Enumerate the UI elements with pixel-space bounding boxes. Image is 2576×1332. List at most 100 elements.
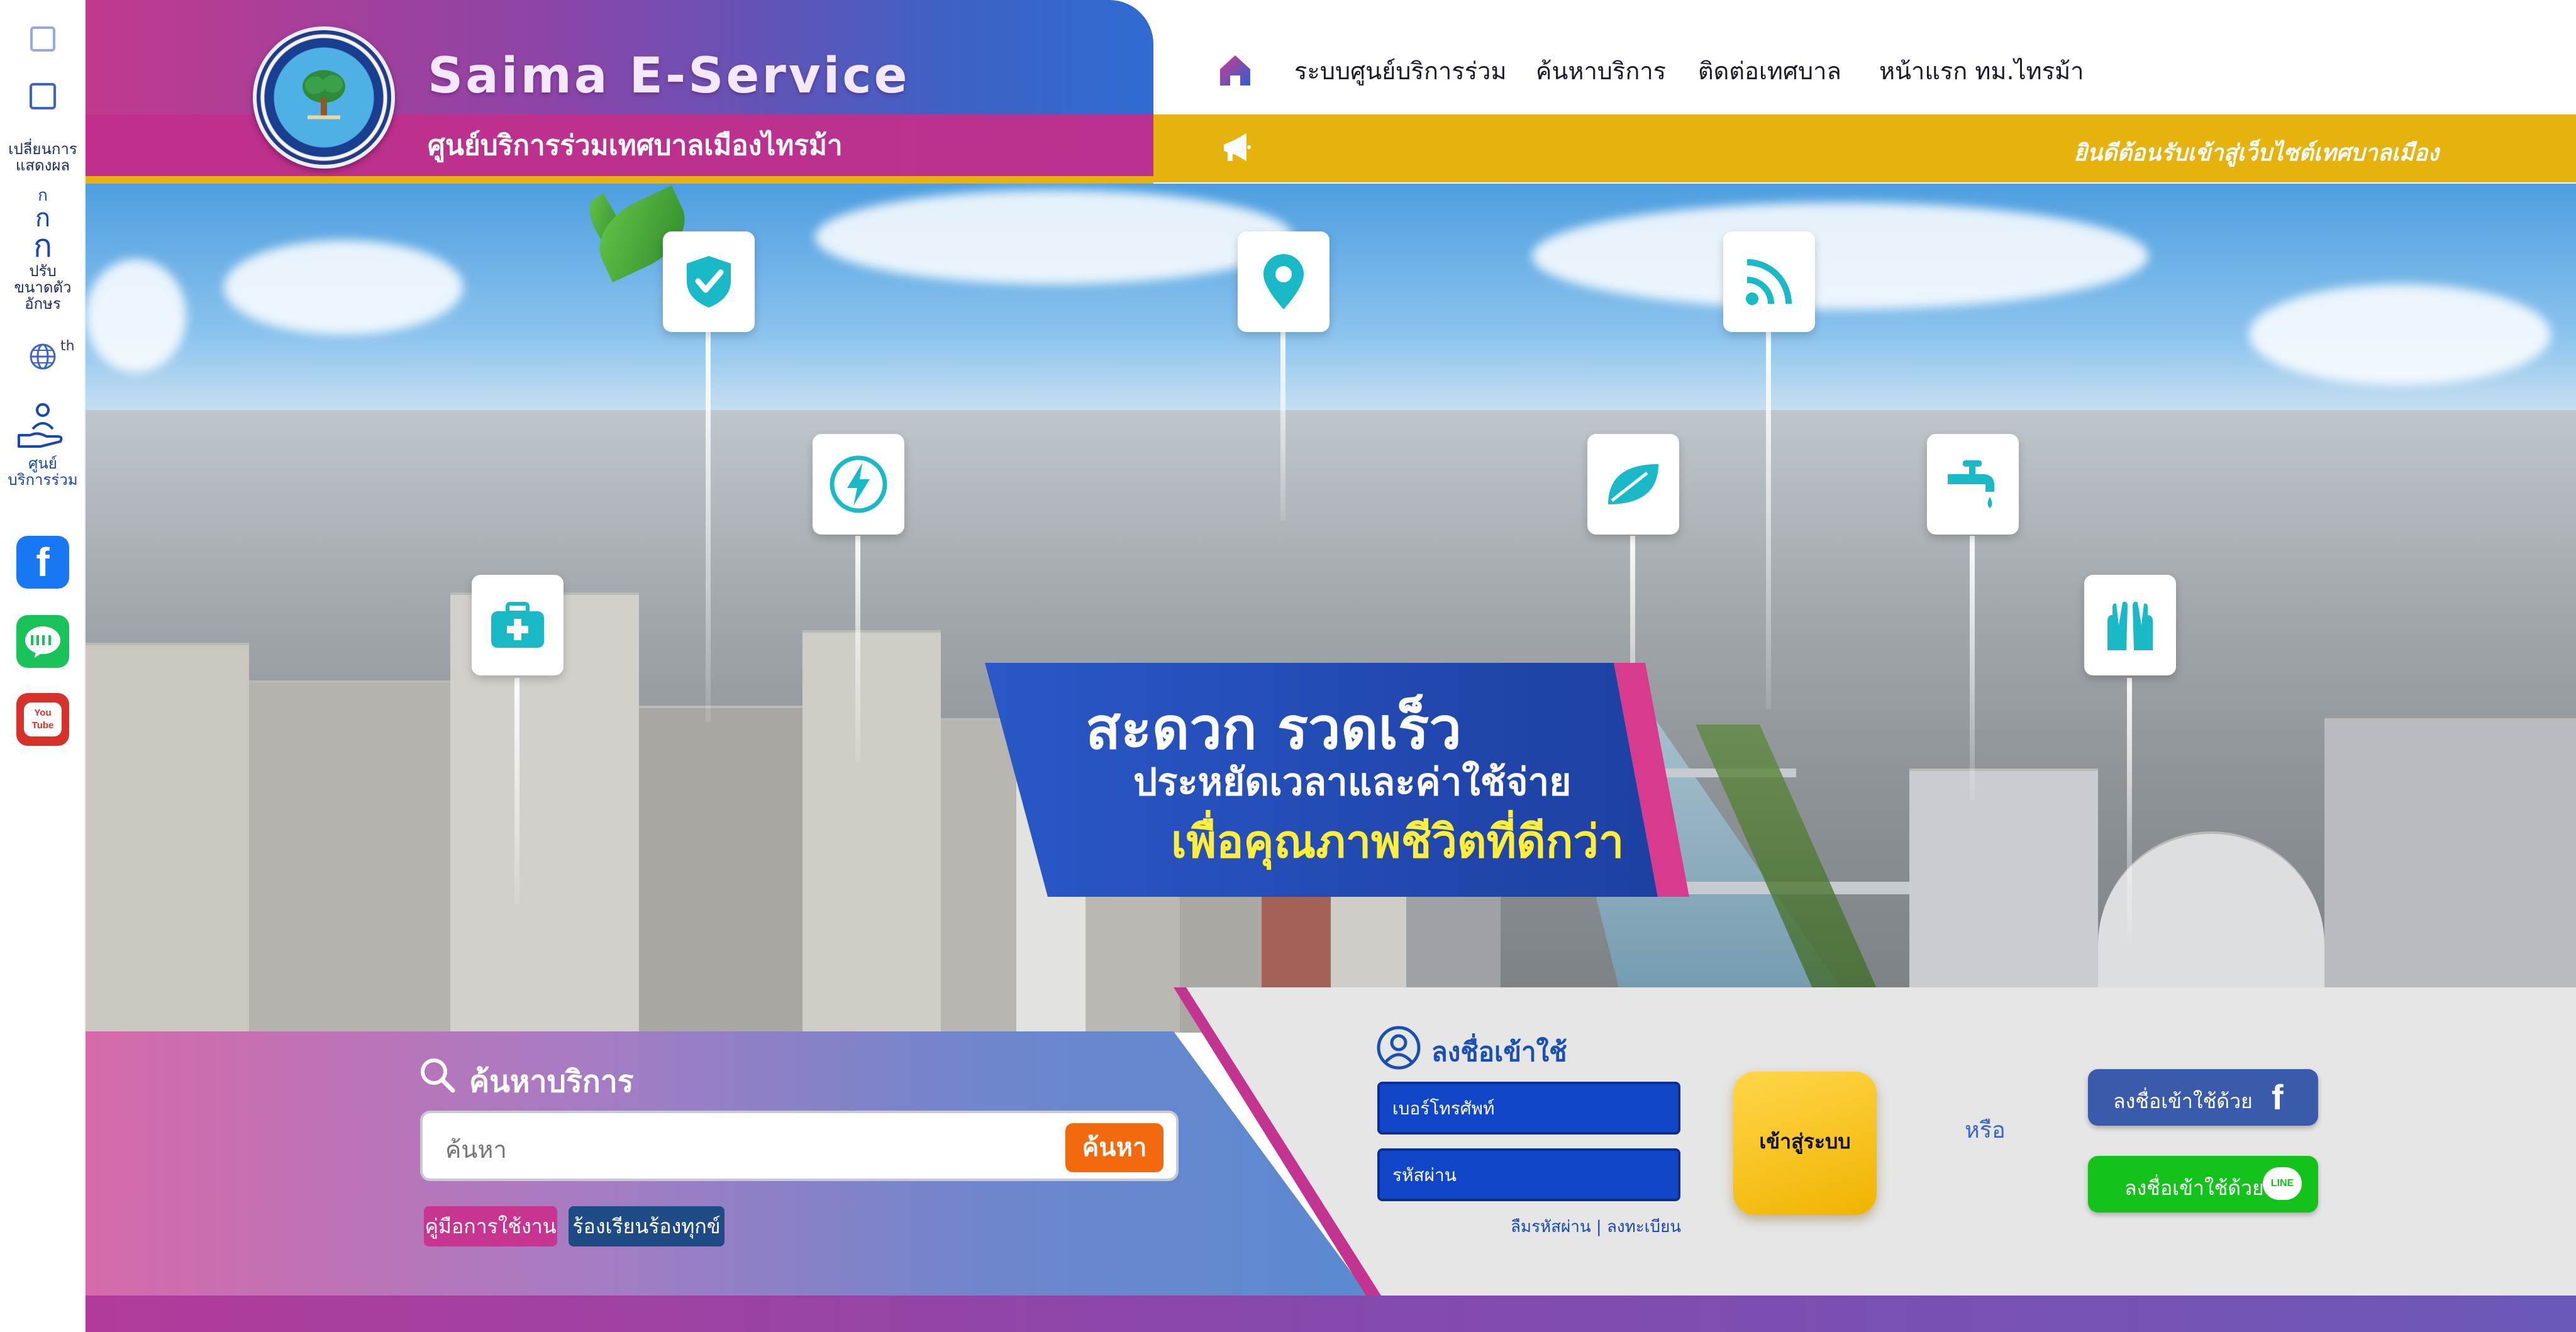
building bbox=[249, 680, 450, 1033]
font-size-large-button[interactable]: ก bbox=[0, 230, 86, 262]
tree-icon bbox=[303, 70, 345, 119]
nav-municipality-home[interactable]: หน้าแรก ทม.ไทรม้า bbox=[1879, 52, 2084, 90]
globe-icon bbox=[30, 343, 56, 370]
youtube-link[interactable]: You Tube bbox=[16, 693, 69, 746]
grid-icon bbox=[30, 83, 56, 109]
pin-line bbox=[1766, 332, 1771, 709]
search-title: ค้นหาบริการ bbox=[469, 1064, 634, 1099]
pin-shield bbox=[663, 231, 755, 332]
pin-wifi bbox=[1723, 231, 1815, 332]
youtube-icon: You Tube bbox=[24, 702, 62, 736]
pin-water bbox=[1927, 434, 2019, 535]
font-size-label-2: ขนาดตัว bbox=[14, 279, 72, 296]
display-mode-label-2: แสดงผล bbox=[15, 157, 70, 174]
cloud bbox=[86, 259, 186, 372]
megaphone-icon bbox=[1224, 133, 1251, 161]
facebook-icon: f bbox=[2272, 1077, 2284, 1117]
municipality-logo[interactable] bbox=[253, 26, 395, 169]
line-icon: LINE bbox=[2263, 1167, 2302, 1200]
header-underline bbox=[86, 176, 1153, 184]
pin-line bbox=[1970, 536, 1975, 800]
brand-subtitle: ศูนย์บริการร่วมเทศบาลเมืองไทรม้า bbox=[428, 130, 843, 162]
wifi-icon bbox=[1746, 259, 1792, 305]
home-icon[interactable] bbox=[1218, 53, 1253, 87]
pin-line bbox=[855, 536, 860, 762]
pin-line bbox=[514, 678, 519, 904]
slogan-banner: สะดวก รวดเร็ว ประหยัดเวลาและค่าใช้จ่าย เ… bbox=[985, 663, 1727, 897]
pin-location bbox=[1238, 231, 1330, 332]
pin-environment bbox=[1587, 434, 1679, 535]
nav-service-center[interactable]: ระบบศูนย์บริการร่วม bbox=[1294, 52, 1507, 90]
search-button[interactable]: ค้นหา bbox=[1065, 1123, 1163, 1172]
or-separator: หรือ bbox=[1965, 1118, 2006, 1143]
line-link[interactable] bbox=[16, 615, 69, 668]
footer-strip bbox=[86, 1296, 2576, 1332]
faucet-icon bbox=[1948, 460, 1994, 508]
facebook-link[interactable]: f bbox=[16, 536, 69, 589]
password-field[interactable] bbox=[1377, 1148, 1680, 1201]
hero-banner: สะดวก รวดเร็ว ประหยัดเวลาและค่าใช้จ่าย เ… bbox=[86, 184, 2576, 1033]
page: เปลี่ยนการ แสดงผล ก ก ก ปรับ ขนาดตัว อัก… bbox=[0, 0, 2576, 1332]
pin-line bbox=[1280, 332, 1285, 521]
nav-search-services[interactable]: ค้นหาบริการ bbox=[1536, 52, 1666, 90]
ticker-message: ยินดีต้อนรับเข้าสู่เว็บไซต์เทศบาลเมือง bbox=[2074, 140, 2439, 166]
user-icon bbox=[1377, 1026, 1421, 1070]
login-submit-button[interactable]: เข้าสู่ระบบ bbox=[1733, 1072, 1877, 1215]
map-pin-icon bbox=[1263, 254, 1304, 309]
pin-social bbox=[2084, 575, 2176, 675]
hands-icon bbox=[2107, 601, 2153, 650]
cloud bbox=[1532, 203, 2148, 309]
language-code: th bbox=[60, 338, 75, 354]
facebook-login-button[interactable]: ลงชื่อเข้าใช้ด้วย f bbox=[2088, 1069, 2318, 1126]
cloud bbox=[2249, 284, 2551, 385]
display-mode-button-1[interactable] bbox=[0, 24, 86, 55]
leaf-icon bbox=[1608, 464, 1658, 504]
font-size-control: ก ก ก ปรับ ขนาดตัว อักษร bbox=[0, 186, 86, 312]
medical-kit-icon bbox=[491, 602, 544, 648]
lightning-icon bbox=[830, 455, 887, 513]
password-input[interactable] bbox=[1380, 1151, 1678, 1199]
search-icon bbox=[421, 1058, 455, 1093]
search-input[interactable] bbox=[445, 1132, 1036, 1167]
building bbox=[639, 706, 802, 1033]
font-size-small-button[interactable]: ก bbox=[0, 186, 86, 205]
line-login-button[interactable]: ลงชื่อเข้าใช้ด้วย LINE bbox=[2088, 1156, 2318, 1213]
youtube-label-2: Tube bbox=[31, 720, 54, 731]
building bbox=[2324, 718, 2576, 1033]
login-title: ลงชื่อเข้าใช้ bbox=[1431, 1036, 1567, 1067]
pin-electricity bbox=[813, 434, 904, 535]
service-center-label-1: ศูนย์ bbox=[28, 455, 57, 472]
slogan-line-3: เพื่อคุณภาพชีวิตที่ดีกว่า bbox=[1171, 815, 1624, 868]
manual-button[interactable]: คู่มือการใช้งาน bbox=[424, 1206, 557, 1246]
complaint-button[interactable]: ร้องเรียนร้องทุกข์ bbox=[569, 1206, 724, 1246]
login-submit-label: เข้าสู่ระบบ bbox=[1759, 1129, 1851, 1153]
cloud bbox=[815, 190, 1293, 284]
youtube-label-1: You bbox=[34, 708, 52, 718]
font-size-label-1: ปรับ bbox=[29, 262, 57, 280]
facebook-login-label: ลงชื่อเข้าใช้ด้วย bbox=[2113, 1089, 2253, 1113]
service-center-label-2: บริการร่วม bbox=[8, 471, 78, 489]
display-mode-label-1: เปลี่ยนการ bbox=[8, 140, 77, 158]
building bbox=[86, 643, 249, 1033]
facebook-icon: f bbox=[36, 540, 50, 585]
shield-check-icon bbox=[687, 256, 731, 308]
cloud bbox=[224, 240, 463, 335]
hand-service-icon bbox=[18, 403, 63, 448]
pin-line bbox=[2127, 678, 2132, 942]
phone-input[interactable] bbox=[1380, 1084, 1678, 1132]
font-size-label-3: อักษร bbox=[25, 295, 61, 313]
service-center-link[interactable]: ศูนย์ บริการร่วม bbox=[0, 400, 86, 488]
building bbox=[802, 630, 941, 1033]
announcement-ticker: ยินดีต้อนรับเข้าสู่เว็บไซต์เทศบาลเมือง bbox=[1153, 114, 2576, 182]
pin-line bbox=[706, 332, 711, 722]
forgot-register-link[interactable]: ลืมรหัสผ่าน | ลงทะเบียน bbox=[1511, 1214, 1681, 1240]
language-switch[interactable]: th bbox=[0, 338, 86, 371]
slogan-line-2: ประหยัดเวลาและค่าใช้จ่าย bbox=[1133, 760, 1572, 804]
brand-title: Saima E-Service bbox=[428, 48, 910, 104]
nav-contact-municipality[interactable]: ติดต่อเทศบาล bbox=[1698, 52, 1841, 90]
line-icon bbox=[25, 626, 60, 658]
phone-field[interactable] bbox=[1377, 1082, 1680, 1135]
display-mode-button[interactable]: เปลี่ยนการ แสดงผล bbox=[0, 83, 86, 174]
grid-icon bbox=[30, 26, 55, 52]
line-login-label: ลงชื่อเข้าใช้ด้วย bbox=[2124, 1176, 2264, 1200]
